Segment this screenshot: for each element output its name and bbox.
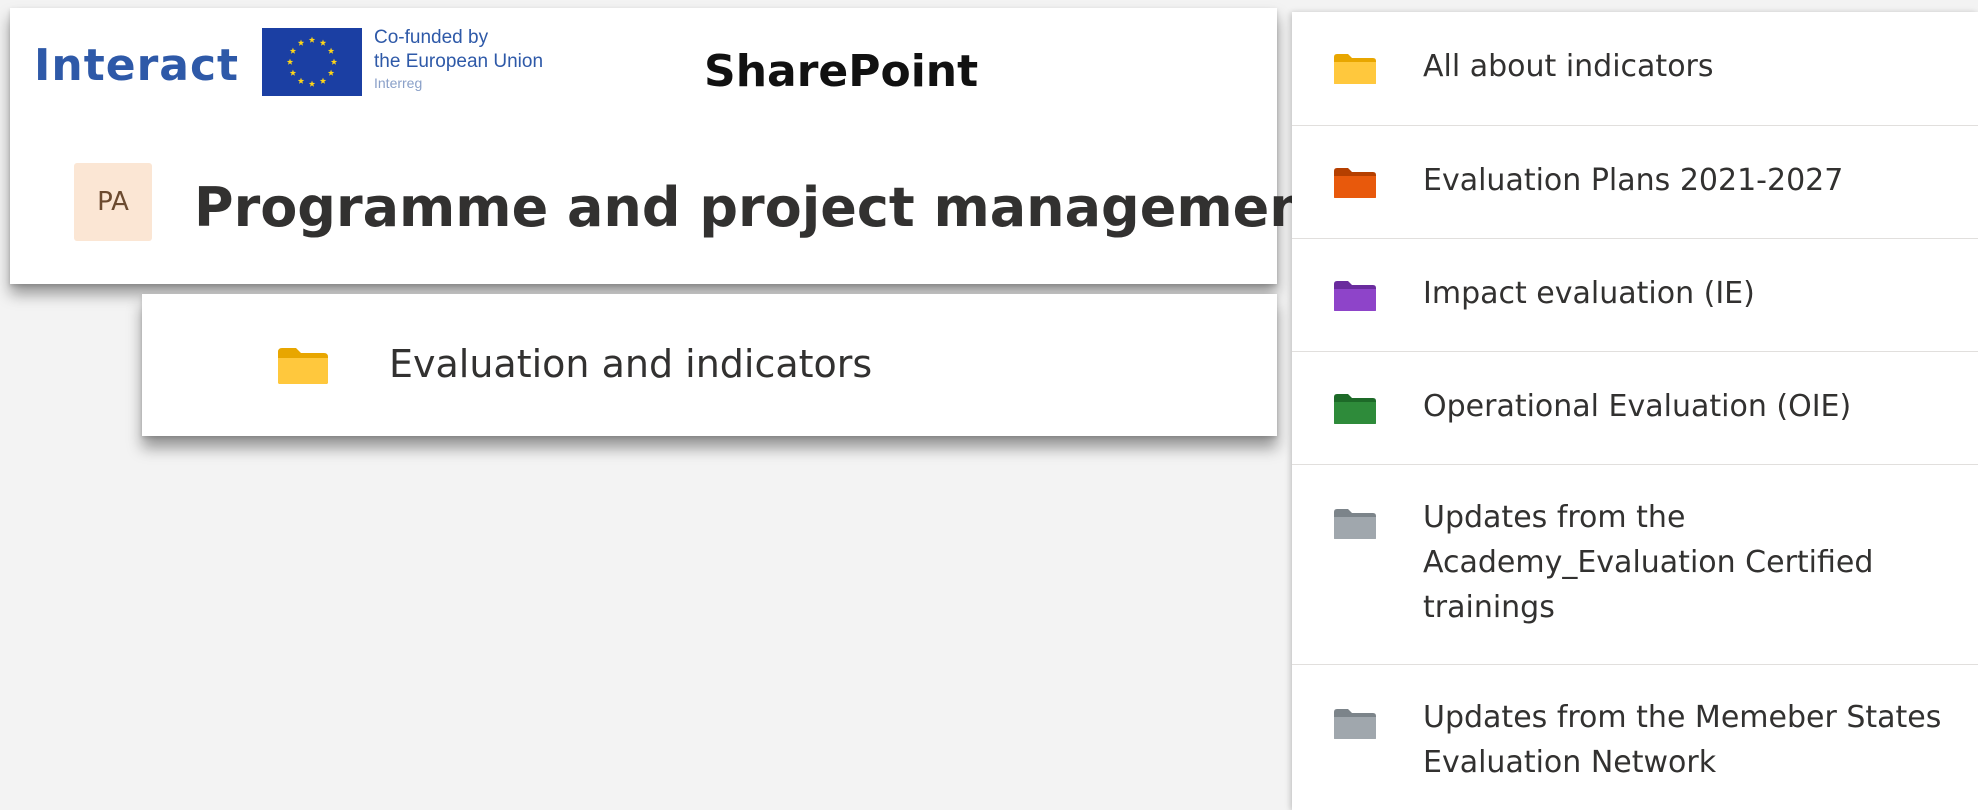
list-item-label: Impact evaluation (IE)	[1423, 276, 1755, 311]
folder-icon	[1334, 509, 1376, 539]
interreg-label: Interreg	[374, 75, 423, 91]
list-item[interactable]: Evaluation Plans 2021-2027	[1292, 126, 1978, 239]
current-folder-card[interactable]: Evaluation and indicators	[142, 294, 1277, 436]
eu-star-icon	[297, 39, 305, 46]
list-item-label: Updates from the Memeber States Evaluati…	[1423, 700, 1942, 780]
list-item[interactable]: Updates from the Academy_Evaluation Cert…	[1292, 465, 1978, 665]
app-name[interactable]: SharePoint	[704, 46, 978, 97]
list-item-label: Operational Evaluation (OIE)	[1423, 389, 1852, 424]
eu-star-icon	[289, 47, 297, 54]
eu-star-icon	[289, 69, 297, 76]
site-initials: PA	[97, 187, 129, 217]
list-item-label: All about indicators	[1423, 49, 1714, 84]
eu-star-icon	[308, 36, 316, 43]
folder-icon	[1334, 394, 1376, 424]
eu-star-icon	[297, 77, 305, 84]
list-item-label: Updates from the Academy_Evaluation Cert…	[1423, 500, 1874, 625]
list-item[interactable]: All about indicators	[1292, 12, 1978, 126]
eu-funding-text: Co-funded by the European Union Interreg	[374, 26, 543, 92]
current-folder-label: Evaluation and indicators	[389, 342, 873, 386]
eu-star-icon	[286, 58, 294, 65]
eu-funding-line: Co-funded by	[374, 27, 489, 48]
site-header: Interact Co-funded by the European Union…	[10, 8, 1333, 284]
interact-logo[interactable]: Interact	[34, 40, 239, 91]
folder-icon	[1334, 54, 1376, 84]
site-avatar[interactable]: PA	[74, 163, 152, 241]
eu-star-icon	[327, 69, 335, 76]
eu-funding-line: the European Union	[374, 51, 544, 72]
folder-icon	[1334, 168, 1376, 198]
list-item-label: Evaluation Plans 2021-2027	[1423, 163, 1844, 198]
folder-list: All about indicators Evaluation Plans 20…	[1292, 12, 1978, 810]
list-item[interactable]: Updates from the Memeber States Evaluati…	[1292, 665, 1978, 810]
eu-star-icon	[308, 80, 316, 87]
eu-star-icon	[327, 47, 335, 54]
folder-icon	[1334, 709, 1376, 739]
folder-icon	[278, 348, 328, 384]
folder-icon	[1334, 281, 1376, 311]
list-item[interactable]: Impact evaluation (IE)	[1292, 239, 1978, 352]
eu-star-icon	[330, 58, 338, 65]
list-item[interactable]: Operational Evaluation (OIE)	[1292, 352, 1978, 465]
eu-star-icon	[319, 39, 327, 46]
eu-flag-icon	[262, 28, 362, 96]
site-title[interactable]: Programme and project management	[194, 176, 1333, 239]
eu-star-icon	[319, 77, 327, 84]
